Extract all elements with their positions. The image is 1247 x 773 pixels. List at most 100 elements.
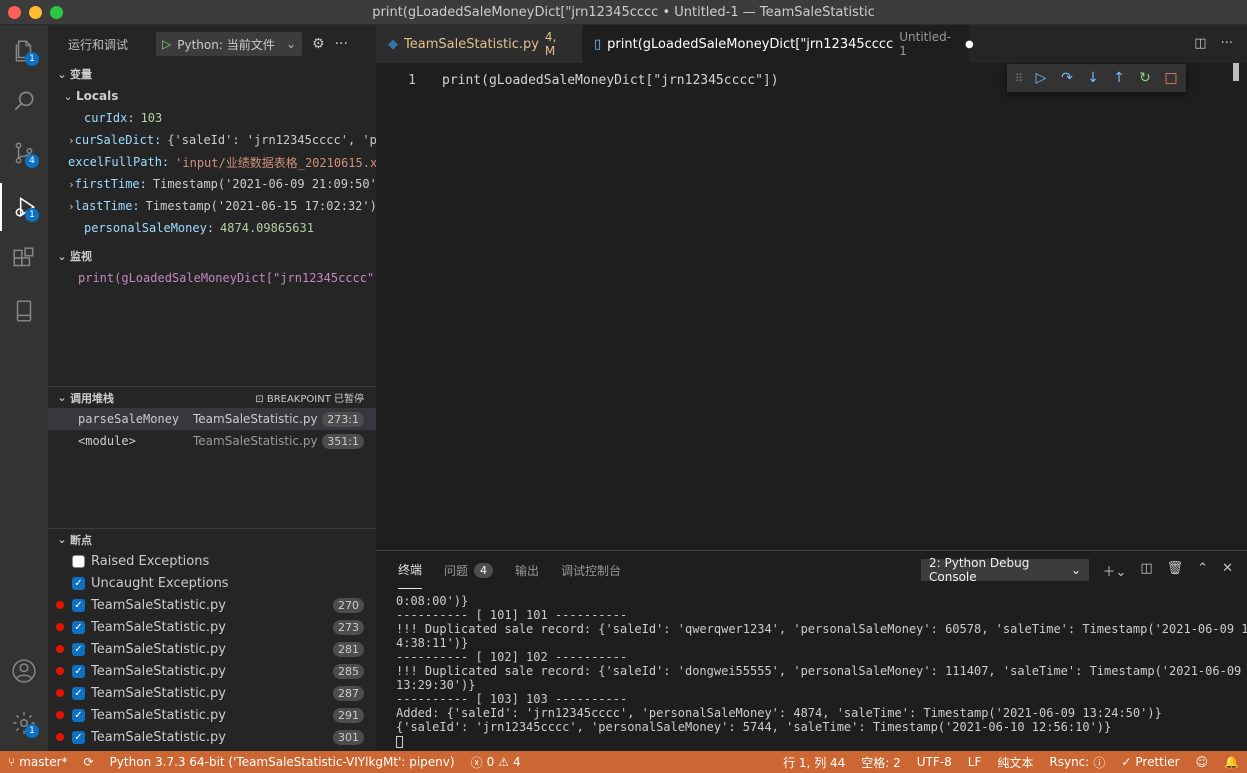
checkbox[interactable] (72, 554, 85, 568)
minimize-window-button[interactable] (29, 6, 42, 19)
stop-icon[interactable]: □ (1163, 70, 1179, 86)
variable-row[interactable]: › lastTime: Timestamp('2021-06-15 17:02:32… (48, 195, 376, 217)
tab-label: TeamSaleStatistic.py (404, 36, 539, 52)
checkbox[interactable]: ✓ (72, 642, 85, 656)
terminal-output[interactable]: 0:08:00')} ---------- [ 101] 101 --------… (396, 594, 1247, 748)
encoding[interactable]: UTF-8 (909, 755, 960, 769)
remote-explorer-icon[interactable] (0, 287, 48, 335)
account-icon[interactable] (0, 647, 48, 695)
step-into-icon[interactable]: ↓ (1085, 70, 1101, 86)
git-branch[interactable]: ⑂ master* (0, 755, 76, 769)
close-panel-icon[interactable]: ✕ (1222, 561, 1233, 580)
tab-problems[interactable]: 问题 4 (444, 551, 494, 589)
terminal-line: !!! Duplicated sale record: {'saleId': '… (396, 664, 1242, 678)
watch-expression[interactable]: print(gLoadedSaleMoneyDict["jrn12345cccc… (48, 267, 376, 289)
problems-status[interactable]: ⓧ 0 ⚠ 4 (463, 754, 529, 771)
checkbox[interactable]: ✓ (72, 730, 85, 744)
variable-row[interactable]: excelFullPath: 'input/业绩数据表格_20210615.x… (48, 151, 376, 173)
prettier-status[interactable]: ✓ Prettier (1113, 755, 1187, 769)
code-text[interactable]: print(gLoadedSaleMoneyDict["jrn12345cccc… (442, 73, 779, 88)
line-number: 1 (408, 72, 416, 88)
drag-handle-icon[interactable]: ⠿ (1015, 72, 1023, 85)
breakpoint-item[interactable]: ✓ TeamSaleStatistic.py 287 (48, 682, 376, 704)
tab-debug-console[interactable]: 调试控制台 (561, 551, 621, 589)
restart-icon[interactable]: ↻ (1137, 70, 1153, 86)
variables-title: 变量 (70, 68, 92, 81)
callstack-empty-area (48, 452, 376, 528)
more-actions-icon[interactable]: ··· (1221, 36, 1233, 51)
checkbox[interactable]: ✓ (72, 708, 85, 722)
tab-output[interactable]: 输出 (515, 551, 539, 589)
maximize-panel-icon[interactable]: ⌃ (1197, 561, 1208, 580)
gear-icon[interactable]: ⚙ (312, 36, 325, 52)
new-terminal-icon[interactable]: ＋⌄ (1102, 561, 1126, 580)
extensions-icon[interactable] (0, 235, 48, 283)
checkbox[interactable]: ✓ (72, 686, 85, 700)
close-window-button[interactable] (8, 6, 21, 19)
terminal-select[interactable]: 2: Python Debug Console ⌄ (921, 556, 1089, 584)
locals-scope[interactable]: ⌄ Locals (48, 85, 376, 107)
maximize-window-button[interactable] (50, 6, 63, 19)
breakpoint-line-badge: 301 (333, 729, 364, 745)
variables-section-header[interactable]: ⌄ 变量 (48, 63, 376, 85)
exception-label: Raised Exceptions (91, 553, 210, 569)
exception-breakpoint[interactable]: Raised Exceptions (48, 550, 376, 572)
callstack-frame[interactable]: <module> TeamSaleStatistic.py 351:1 (48, 430, 376, 452)
python-interpreter[interactable]: Python 3.7.3 64-bit ('TeamSaleStatistic-… (102, 755, 463, 769)
continue-icon[interactable]: ▷ (1033, 70, 1049, 86)
tab-teamsalestatistic[interactable]: ◆ TeamSaleStatistic.py 4, M (376, 25, 582, 63)
settings-gear-icon[interactable]: 1 (0, 699, 48, 747)
run-config-select[interactable]: ▷ Python: 当前文件 ⌄ (156, 32, 303, 56)
indentation[interactable]: 空格: 2 (853, 754, 909, 771)
variable-row[interactable]: newIdx:103 (48, 239, 376, 243)
exception-breakpoint[interactable]: ✓ Uncaught Exceptions (48, 572, 376, 594)
trash-icon[interactable]: 🗑 (1167, 561, 1184, 580)
breakpoint-file: TeamSaleStatistic.py (91, 619, 226, 635)
variable-name: curIdx: (84, 111, 135, 125)
warning-icon: ⚠ (498, 755, 509, 769)
checkbox[interactable]: ✓ (72, 620, 85, 634)
paused-status: ⊡ BREAKPOINT 已暂停 (255, 394, 364, 405)
breakpoint-item[interactable]: ✓ TeamSaleStatistic.py 273 (48, 616, 376, 638)
breakpoint-item[interactable]: ✓ TeamSaleStatistic.py 270 (48, 594, 376, 616)
variable-row[interactable]: personalSaleMoney: 4874.09865631 (48, 217, 376, 239)
feedback-icon[interactable]: ☺ (1188, 755, 1217, 769)
language-mode[interactable]: 纯文本 (989, 754, 1041, 771)
scrollbar-thumb[interactable] (1233, 63, 1239, 81)
chevron-down-icon: ⌄ (63, 89, 73, 103)
variable-row[interactable]: › curSaleDict: {'saleId': 'jrn12345cccc', … (48, 129, 376, 151)
breakpoint-item[interactable]: ✓ TeamSaleStatistic.py 281 (48, 638, 376, 660)
checkbox[interactable]: ✓ (72, 664, 85, 678)
cursor-position[interactable]: 行 1, 列 44 (775, 754, 853, 771)
bottom-panel: 终端 问题 4 输出 调试控制台 2: Python Debug Console … (376, 550, 1247, 751)
breakpoint-item[interactable]: ✓ TeamSaleStatistic.py 285 (48, 660, 376, 682)
tab-terminal[interactable]: 终端 (398, 551, 423, 589)
problems-count-badge: 4 (474, 562, 494, 578)
watch-section-header[interactable]: ⌄ 监视 (48, 245, 376, 267)
breakpoint-item[interactable]: ✓ TeamSaleStatistic.py 291 (48, 704, 376, 726)
search-icon[interactable] (0, 77, 48, 125)
checkbox[interactable]: ✓ (72, 576, 85, 590)
notifications-bell-icon[interactable]: 🔔 (1216, 755, 1247, 769)
split-editor-icon[interactable]: ◫ (1194, 36, 1206, 51)
unsaved-dot-icon[interactable]: ● (965, 39, 974, 50)
tab-untitled-1[interactable]: ▯ print(gLoadedSaleMoneyDict["jrn12345cc… (582, 25, 974, 63)
breakpoints-section-header[interactable]: ⌄ 断点 (48, 528, 376, 550)
run-debug-icon[interactable]: 1 (0, 183, 48, 231)
breakpoint-item[interactable]: ✓ TeamSaleStatistic.py 301 (48, 726, 376, 748)
source-control-icon[interactable]: 4 (0, 129, 48, 177)
explorer-icon[interactable]: 1 (0, 27, 48, 75)
callstack-frame[interactable]: parseSaleMoney TeamSaleStatistic.py 273:1 (48, 408, 376, 430)
checkbox[interactable]: ✓ (72, 598, 85, 612)
more-actions-icon[interactable]: ··· (335, 36, 348, 52)
split-terminal-icon[interactable]: ◫ (1140, 561, 1152, 580)
step-out-icon[interactable]: ↑ (1111, 70, 1127, 86)
step-over-icon[interactable]: ↷ (1059, 70, 1075, 86)
eol[interactable]: LF (960, 755, 990, 769)
breakpoint-line-badge: 291 (333, 707, 364, 723)
callstack-section-header[interactable]: ⌄ 调用堆栈 ⊡ BREAKPOINT 已暂停 (48, 386, 376, 408)
variable-row[interactable]: curIdx: 103 (48, 107, 376, 129)
rsync-status[interactable]: Rsync: ⓘ (1041, 754, 1113, 771)
variable-row[interactable]: › firstTime: Timestamp('2021-06-09 21:09:5… (48, 173, 376, 195)
sync-icon[interactable]: ⟳ (76, 755, 102, 769)
